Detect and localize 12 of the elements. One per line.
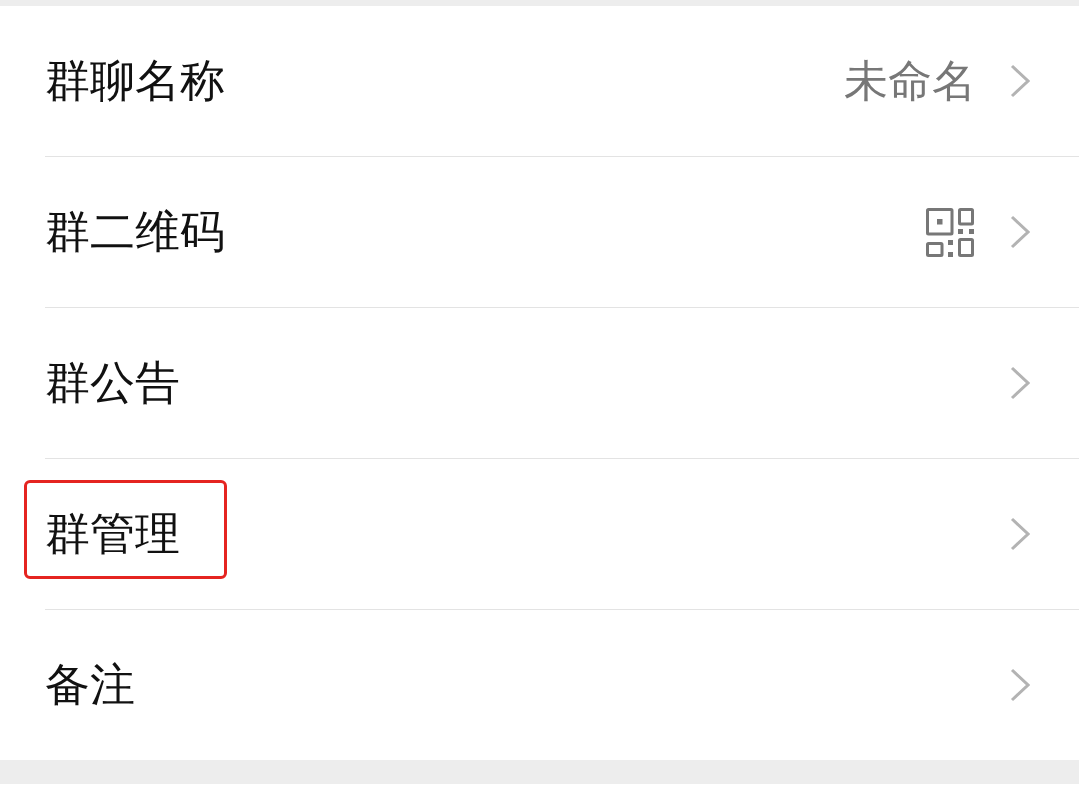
setting-label[interactable]: 群聊名称 [45, 54, 225, 108]
setting-label[interactable]: 群管理 [45, 507, 180, 561]
setting-value: 未命名 [844, 54, 976, 108]
setting-label[interactable]: 群公告 [45, 356, 180, 410]
qr-code-icon [926, 207, 974, 257]
chevron-right-icon [1010, 366, 1030, 400]
chevron-right-icon [1010, 668, 1030, 702]
chevron-right-icon [1010, 517, 1030, 551]
chevron-right-icon [1010, 215, 1030, 249]
setting-label[interactable]: 备注 [45, 658, 135, 712]
setting-label[interactable]: 群二维码 [45, 205, 225, 259]
chevron-right-icon [1010, 64, 1030, 98]
